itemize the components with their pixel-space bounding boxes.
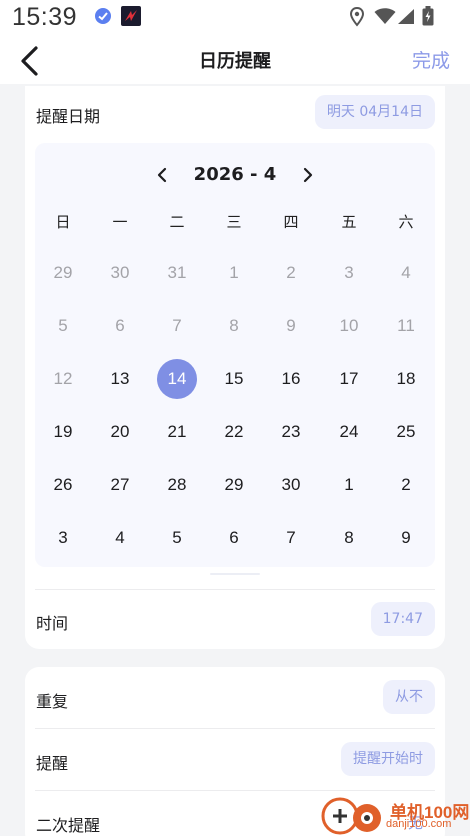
signal-icon (397, 8, 415, 29)
next-month-button[interactable] (296, 163, 320, 187)
app-notification-icon (121, 6, 141, 30)
prev-month-button[interactable] (150, 163, 174, 187)
reminder-label: 提醒 (36, 754, 69, 773)
calendar-day[interactable]: 18 (386, 359, 426, 399)
calendar-day[interactable]: 3 (329, 253, 369, 293)
second-reminder-value[interactable]: 无 (408, 812, 423, 833)
reminder-date-label: 提醒日期 (36, 107, 101, 126)
calendar-day[interactable]: 7 (157, 306, 197, 346)
calendar-day[interactable]: 15 (214, 359, 254, 399)
calendar-day[interactable]: 23 (271, 412, 311, 452)
calendar-day[interactable]: 3 (43, 518, 83, 558)
calendar-day[interactable]: 27 (100, 465, 140, 505)
reminder-settings-card: 重复 从不 提醒 提醒开始时 二次提醒 无 (25, 667, 445, 836)
calendar-day[interactable]: 2 (271, 253, 311, 293)
calendar-month-title: 2026 - 4 (193, 164, 277, 185)
calendar-day[interactable]: 19 (43, 412, 83, 452)
repeat-value-pill[interactable]: 从不 (383, 680, 435, 714)
calendar-day[interactable]: 4 (386, 253, 426, 293)
nav-bar: 日历提醒 完成 (0, 36, 470, 84)
calendar-day[interactable]: 24 (329, 412, 369, 452)
calendar-day[interactable]: 7 (271, 518, 311, 558)
calendar-day[interactable]: 1 (214, 253, 254, 293)
weekday-label: 四 (283, 213, 299, 231)
chevron-left-icon (21, 46, 38, 76)
time-value-pill[interactable]: 17:47 (370, 602, 435, 636)
divider (35, 790, 435, 791)
weekday-label: 三 (226, 213, 242, 231)
location-icon (349, 6, 365, 31)
time-label: 时间 (36, 614, 69, 633)
calendar-day[interactable]: 9 (271, 306, 311, 346)
calendar-day[interactable]: 2 (386, 465, 426, 505)
calendar-day[interactable]: 29 (43, 253, 83, 293)
weekday-label: 五 (341, 213, 357, 231)
status-time: 15:39 (12, 3, 78, 31)
back-button[interactable] (14, 44, 48, 78)
calendar-day[interactable]: 16 (271, 359, 311, 399)
calendar-day[interactable]: 22 (214, 412, 254, 452)
calendar-day[interactable]: 1 (329, 465, 369, 505)
date-time-card: 提醒日期 明天 04月14日 2026 - 4 日一二三四五六 29 30 31 1 2… (25, 86, 445, 649)
repeat-label: 重复 (36, 692, 69, 711)
calendar-day[interactable]: 28 (157, 465, 197, 505)
calendar-day[interactable]: 4 (100, 518, 140, 558)
calendar-day[interactable]: 31 (157, 253, 197, 293)
calendar-day[interactable]: 6 (100, 306, 140, 346)
divider (35, 589, 435, 590)
wifi-icon (374, 8, 396, 29)
reminder-value-pill[interactable]: 提醒开始时 (341, 742, 435, 776)
divider (35, 728, 435, 729)
calendar-day[interactable]: 9 (386, 518, 426, 558)
battery-charging-icon (422, 6, 434, 30)
page-title: 日历提醒 (199, 51, 271, 72)
second-reminder-label: 二次提醒 (36, 816, 101, 835)
calendar-day[interactable]: 13 (100, 359, 140, 399)
chevron-left-icon (157, 167, 167, 183)
weekday-label: 日 (55, 213, 71, 231)
calendar-day[interactable]: 17 (329, 359, 369, 399)
calendar-day[interactable]: 5 (43, 306, 83, 346)
calendar: 2026 - 4 日一二三四五六 29 30 31 1 2 3 4 5 6 7 8 9 10 11 12 13… (35, 143, 435, 567)
calendar-day[interactable]: 12 (43, 359, 83, 399)
calendar-day[interactable]: 30 (271, 465, 311, 505)
calendar-day[interactable]: 30 (100, 253, 140, 293)
calendar-day[interactable]: 8 (214, 306, 254, 346)
calendar-day-selected[interactable]: 14 (157, 359, 197, 399)
scroll-indicator (210, 573, 260, 575)
calendar-day[interactable]: 20 (100, 412, 140, 452)
calendar-day[interactable]: 11 (386, 306, 426, 346)
done-button[interactable]: 完成 (412, 46, 450, 73)
calendar-day[interactable]: 6 (214, 518, 254, 558)
weekday-label: 一 (112, 213, 128, 231)
selected-date-pill[interactable]: 明天 04月14日 (314, 95, 435, 129)
calendar-day[interactable]: 8 (329, 518, 369, 558)
calendar-day[interactable]: 21 (157, 412, 197, 452)
calendar-day[interactable]: 5 (157, 518, 197, 558)
weekday-label: 二 (169, 213, 185, 231)
calendar-day[interactable]: 10 (329, 306, 369, 346)
calendar-header: 2026 - 4 (35, 163, 435, 187)
calendar-day[interactable]: 25 (386, 412, 426, 452)
assistant-icon (94, 7, 112, 29)
chevron-right-icon (303, 167, 313, 183)
calendar-day[interactable]: 26 (43, 465, 83, 505)
status-bar: 15:39 (0, 0, 470, 36)
calendar-day[interactable]: 29 (214, 465, 254, 505)
weekday-label: 六 (398, 213, 414, 231)
